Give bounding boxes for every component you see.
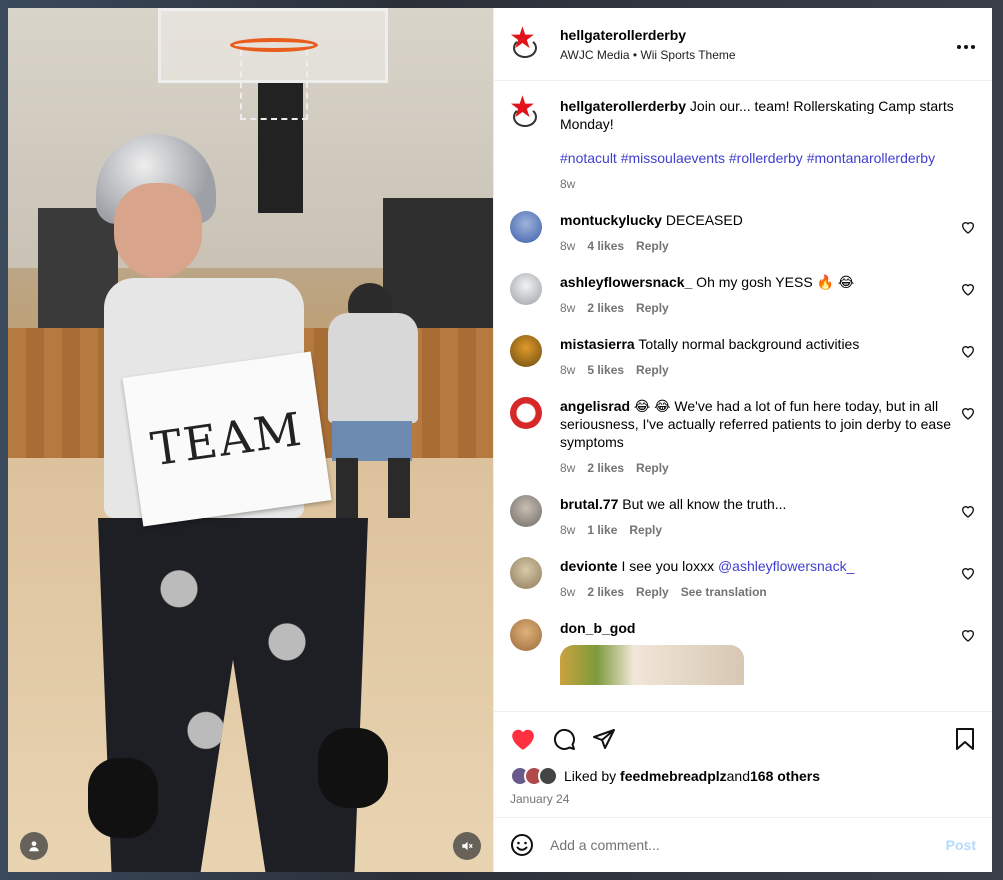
add-comment-bar: Post [494,817,992,872]
sign-text: TEAM [147,401,307,477]
comment-age: 8w [560,523,576,537]
account-avatar[interactable]: ★ [509,24,542,60]
commenter-avatar[interactable] [510,211,542,243]
post-caption: ★ hellgaterollerderby Join our... team! … [509,81,976,193]
like-comment-heart-icon[interactable] [960,219,976,235]
post-button[interactable]: Post [946,837,976,853]
commenter-avatar[interactable] [510,273,542,305]
person-icon[interactable] [20,832,48,860]
reply-button[interactable]: Reply [636,583,669,601]
post-header: ★ hellgaterollerderby AWJC Media • Wii S… [494,8,992,81]
commenter-avatar[interactable] [510,335,542,367]
comments-list[interactable]: ★ hellgaterollerderby Join our... team! … [494,81,992,711]
comment-age: 8w [560,239,576,253]
comment-item: montuckylucky DECEASED 8w 4 likes Reply [510,211,976,255]
header-username[interactable]: hellgaterollerderby [560,27,956,43]
commenter-avatar[interactable] [510,557,542,589]
comment-username[interactable]: devionte [560,558,618,574]
liker-avatars[interactable] [510,766,558,786]
like-comment-heart-icon[interactable] [960,405,976,421]
post-media[interactable]: TEAM [8,8,493,872]
like-comment-heart-icon[interactable] [960,503,976,519]
speaker-muted-icon[interactable] [453,832,481,860]
liked-heart-icon[interactable] [510,727,536,751]
comment-item: brutal.77 But we all know the truth... 8… [510,495,976,539]
comment-age: 8w [560,301,576,315]
like-comment-heart-icon[interactable] [960,343,976,359]
comment-age: 8w [560,461,576,475]
comment-likes[interactable]: 4 likes [587,237,624,255]
post-sidebar: ★ hellgaterollerderby AWJC Media • Wii S… [493,8,992,872]
caption-username[interactable]: hellgaterollerderby [560,98,686,114]
comment-likes[interactable]: 1 like [587,521,617,539]
bookmark-icon[interactable] [954,727,976,751]
foreground-skater: TEAM [68,128,388,872]
leg [388,458,410,518]
reply-button[interactable]: Reply [636,459,669,477]
post-modal: TEAM ★ hellgaterollerderby AWJC Media • … [8,8,992,872]
caption-age: 8w [560,177,576,191]
caption-hashtags[interactable]: #notacult #missoulaevents #rollerderby #… [560,149,976,167]
comment-text: Oh my gosh YESS 🔥 😂 [692,274,855,290]
comment-likes[interactable]: 5 likes [587,361,624,379]
comment-text: Totally normal background activities [634,336,860,352]
ring-logo-icon [513,107,537,127]
like-comment-heart-icon[interactable] [960,281,976,297]
comment-username[interactable]: brutal.77 [560,496,618,512]
comment-item: don_b_god [510,619,976,685]
liked-by-mid: and [726,768,750,784]
comment-age: 8w [560,363,576,377]
liked-by: Liked by feedmebreadplz and 168 others [510,766,976,786]
liked-by-user[interactable]: feedmebreadplz [620,768,727,784]
commenter-avatar[interactable] [510,495,542,527]
more-options-icon[interactable] [956,33,976,56]
post-actions: Liked by feedmebreadplz and 168 others J… [494,711,992,817]
ring-logo-icon [513,38,537,58]
reply-button[interactable]: Reply [636,299,669,317]
comment-text: But we all know the truth... [618,496,787,512]
comment-username[interactable]: montuckylucky [560,212,662,228]
comment-username[interactable]: angelisrad [560,398,630,414]
basketball-net [240,50,308,120]
comment-item: mistasierra Totally normal background ac… [510,335,976,379]
see-translation-button[interactable]: See translation [681,583,767,601]
liked-by-count[interactable]: 168 others [750,768,820,784]
caption-avatar[interactable]: ★ [509,93,542,129]
liked-by-prefix: Liked by [564,768,617,784]
comment-username[interactable]: don_b_god [560,620,635,636]
like-comment-heart-icon[interactable] [960,565,976,581]
reply-button[interactable]: Reply [629,521,662,539]
comment-item: devionte I see you loxxx @ashleyflowersn… [510,557,976,601]
like-comment-heart-icon[interactable] [960,627,976,643]
face [114,183,202,278]
comment-gif-image[interactable] [560,645,744,685]
kneepad [318,728,388,808]
audio-attribution[interactable]: AWJC Media • Wii Sports Theme [560,48,956,62]
commenter-avatar[interactable] [510,619,542,651]
comment-text: DECEASED [661,212,743,228]
commenter-avatar[interactable] [510,397,542,429]
comment-username[interactable]: ashleyflowersnack_ [560,274,692,290]
team-sign: TEAM [122,351,332,527]
comment-likes[interactable]: 2 likes [587,583,624,601]
comment-item: ashleyflowersnack_ Oh my gosh YESS 🔥 😂 8… [510,273,976,317]
comment-input[interactable] [550,837,946,853]
comment-mention[interactable]: @ashleyflowersnack_ [718,558,854,574]
reply-button[interactable]: Reply [636,237,669,255]
comment-icon[interactable] [552,727,576,751]
kneepad [88,758,158,838]
post-date[interactable]: January 24 [510,792,976,806]
reply-button[interactable]: Reply [636,361,669,379]
comment-likes[interactable]: 2 likes [587,459,624,477]
comment-item: angelisrad 😂 😂 We've had a lot of fun he… [510,397,976,477]
emoji-icon[interactable] [510,833,534,857]
comment-likes[interactable]: 2 likes [587,299,624,317]
comment-age: 8w [560,585,576,599]
share-icon[interactable] [592,727,616,751]
comment-username[interactable]: mistasierra [560,336,635,352]
comment-text: I see you loxxx [617,558,718,574]
